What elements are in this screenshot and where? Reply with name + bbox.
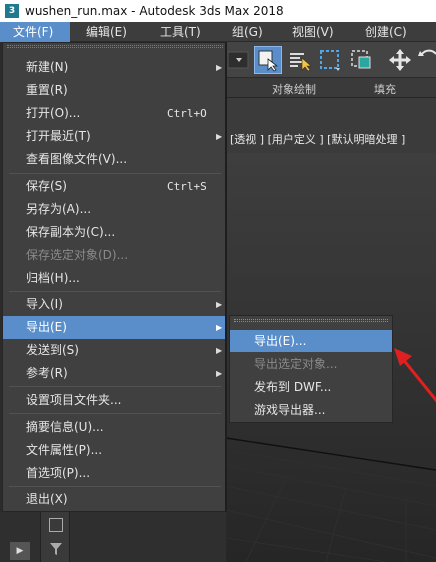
menu-separator	[9, 486, 221, 487]
menu-item-new[interactable]: 新建(N) ▶	[3, 56, 225, 79]
menu-views[interactable]: 视图(V)	[292, 22, 334, 42]
shortcut-label: Ctrl+O	[167, 107, 207, 120]
menu-item-view-image-file[interactable]: 查看图像文件(V)...	[3, 148, 225, 171]
rotate-icon[interactable]	[418, 46, 436, 74]
submenu-arrow-icon: ▶	[216, 369, 223, 378]
menu-separator	[9, 291, 221, 292]
red-pointer-arrow-icon	[394, 348, 436, 403]
window-crossing-icon[interactable]	[348, 46, 376, 74]
tab-object-paint[interactable]: 对象绘制	[272, 81, 316, 97]
menu-item-preferences[interactable]: 首选项(P)...	[3, 462, 225, 485]
selection-filter-dropdown[interactable]	[228, 46, 250, 74]
main-toolbar	[226, 42, 436, 78]
filter-icon[interactable]	[49, 542, 63, 556]
menu-separator	[9, 386, 221, 387]
menu-item-archive[interactable]: 归档(H)...	[3, 267, 225, 290]
menu-group[interactable]: 组(G)	[232, 22, 263, 42]
tab-populate[interactable]: 填充	[374, 81, 396, 97]
submenu-item-export-selected: 导出选定对象...	[254, 357, 338, 371]
submenu-arrow-icon: ▶	[216, 346, 223, 355]
menu-item-export[interactable]: 导出(E) ▶	[3, 316, 225, 339]
menu-tearoff-grip[interactable]	[7, 45, 223, 48]
window-title: wushen_run.max - Autodesk 3ds Max 2018	[25, 4, 284, 18]
menu-item-reference[interactable]: 参考(R) ▶	[3, 362, 225, 385]
menu-item-open[interactable]: 打开(O)... Ctrl+O	[3, 102, 225, 125]
play-icon[interactable]: ▶	[10, 542, 30, 560]
menu-item-exit[interactable]: 退出(X)	[3, 488, 225, 511]
menu-item-import[interactable]: 导入(I) ▶	[3, 293, 225, 316]
menu-item-set-project-folder[interactable]: 设置项目文件夹...	[3, 389, 225, 412]
menu-item-send-to[interactable]: 发送到(S) ▶	[3, 339, 225, 362]
select-object-icon[interactable]	[254, 46, 282, 74]
menu-item-file-properties[interactable]: 文件属性(P)...	[3, 439, 225, 462]
submenu-arrow-icon: ▶	[216, 63, 223, 72]
submenu-arrow-icon: ▶	[216, 132, 223, 141]
rectangular-selection-icon[interactable]	[316, 46, 344, 74]
ribbon-tabs: 对象绘制 填充	[226, 78, 436, 98]
menu-item-summary-info[interactable]: 摘要信息(U)...	[3, 416, 225, 439]
menu-separator	[9, 173, 221, 174]
menu-item-save-selected: 保存选定对象(D)...	[26, 248, 129, 262]
menu-file[interactable]: 文件(F)	[0, 22, 70, 42]
menu-item-save-copy-as[interactable]: 保存副本为(C)...	[3, 221, 225, 244]
3ds-max-app-icon: 3	[5, 4, 19, 18]
menu-create[interactable]: 创建(C)	[365, 22, 407, 42]
submenu-item-publish-dwf[interactable]: 发布到 DWF...	[230, 376, 392, 398]
menu-item-reset[interactable]: 重置(R)	[3, 79, 225, 102]
export-submenu: 导出(E)... 导出选定对象... 发布到 DWF... 游戏导出器...	[229, 315, 393, 423]
submenu-tearoff-grip[interactable]	[234, 319, 388, 322]
menu-separator	[9, 413, 221, 414]
move-icon[interactable]	[386, 46, 414, 74]
submenu-arrow-icon: ▶	[216, 300, 223, 309]
menu-item-save[interactable]: 保存(S) Ctrl+S	[3, 175, 225, 198]
submenu-item-export[interactable]: 导出(E)...	[230, 330, 392, 352]
menu-item-save-as[interactable]: 另存为(A)...	[3, 198, 225, 221]
menu-item-open-recent[interactable]: 打开最近(T) ▶	[3, 125, 225, 148]
menu-edit[interactable]: 编辑(E)	[86, 22, 127, 42]
menu-bar: 文件(F) 编辑(E) 工具(T) 组(G) 视图(V) 创建(C)	[0, 22, 436, 42]
menu-tools[interactable]: 工具(T)	[160, 22, 201, 42]
file-menu-dropdown: 新建(N) ▶ 重置(R) 打开(O)... Ctrl+O 打开最近(T) ▶ 查看图…	[2, 42, 227, 512]
shortcut-label: Ctrl+S	[167, 180, 207, 193]
select-by-name-icon[interactable]	[286, 46, 314, 74]
document-icon[interactable]	[49, 518, 63, 532]
submenu-item-game-exporter[interactable]: 游戏导出器...	[230, 399, 392, 421]
side-tool-column	[40, 512, 70, 562]
submenu-arrow-icon: ▶	[216, 323, 223, 332]
title-bar: 3 wushen_run.max - Autodesk 3ds Max 2018	[0, 0, 436, 22]
bottom-left-panel: ▶	[0, 512, 226, 562]
